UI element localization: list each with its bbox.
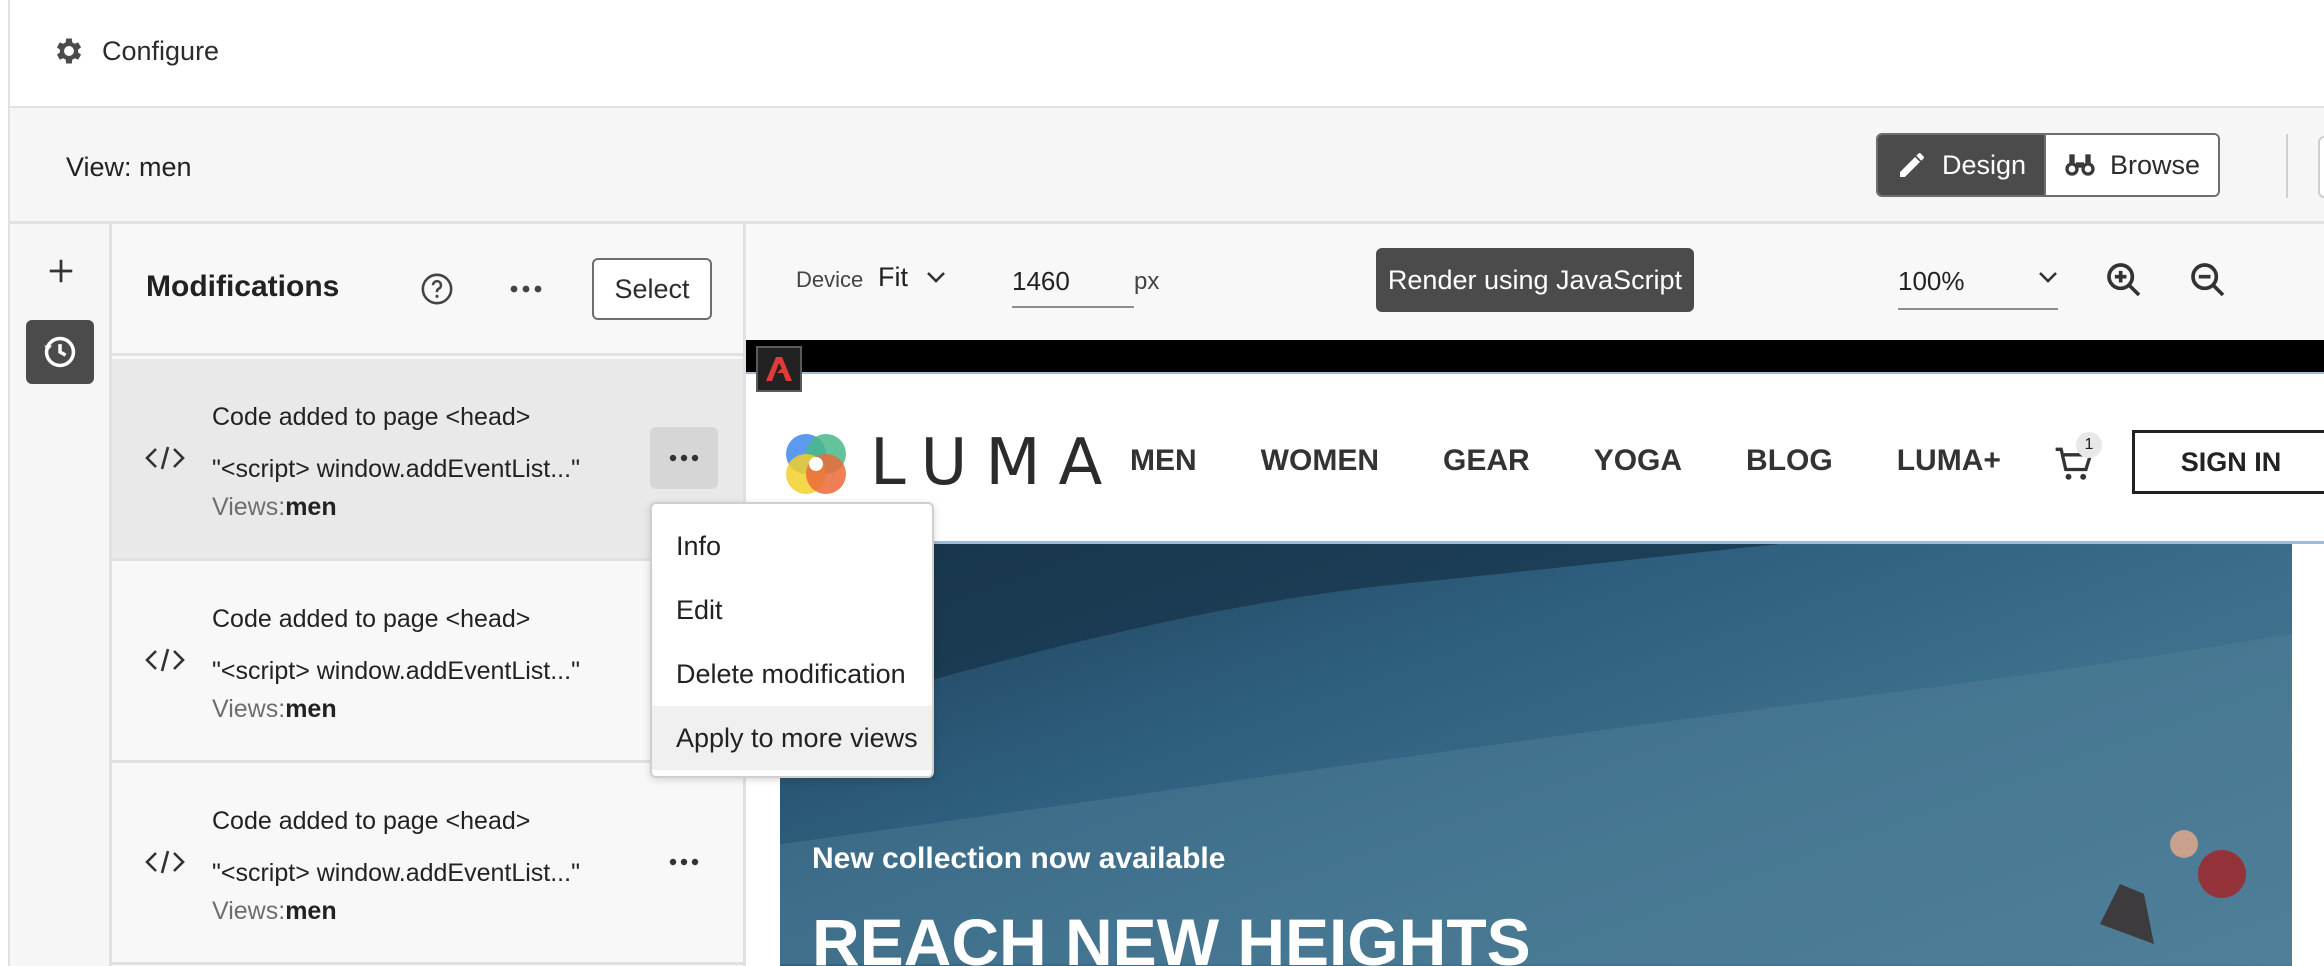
views-prefix: Views: [212,897,286,925]
hero-banner: New collection now available REACH NEW H… [780,544,2292,966]
mode-toggle: Design Browse [1876,133,2220,197]
hero-title: REACH NEW HEIGHTS [812,905,1531,966]
hero-subtitle: New collection now available [812,842,1226,875]
select-button[interactable]: Select [592,258,712,320]
design-label: Design [1941,149,2027,180]
overflow-button[interactable] [2318,136,2324,198]
menu-item-edit[interactable]: Edit [652,578,932,642]
menu-item-apply-to-more-views[interactable]: Apply to more views [652,706,932,770]
views-prefix: Views: [212,493,286,521]
width-unit: px [1134,268,1160,295]
chevron-down-icon[interactable] [2036,270,2060,286]
toolbar-divider [2286,134,2288,198]
modification-title: Code added to page <head> [212,403,531,431]
menu-item-delete[interactable]: Delete modification [652,642,932,706]
nav-gear[interactable]: GEAR [1443,444,1530,478]
adobe-logo-icon [766,357,792,381]
left-edge [0,0,10,966]
modification-title: Code added to page <head> [212,807,531,835]
code-icon [145,446,185,470]
item-more-button[interactable] [650,427,718,489]
more-options-icon [669,454,699,462]
modification-item[interactable]: Code added to page <head> "<script> wind… [112,763,743,965]
site-header: LUMA MEN WOMEN GEAR YOGA BLOG LUMA+ 1 SI… [746,372,2324,544]
history-button[interactable] [26,320,94,384]
preview-area: Device Fit 1460 px Render using JavaScri… [746,224,2324,966]
nav-women[interactable]: WOMEN [1261,444,1379,478]
code-icon [145,648,185,672]
item-more-button[interactable] [650,831,718,893]
modification-item[interactable]: Code added to page <head> "<script> wind… [112,359,743,561]
modification-code: "<script> window.addEventList..." [212,859,580,887]
nav-yoga[interactable]: YOGA [1594,444,1682,478]
adobe-icon [756,346,802,392]
device-picker[interactable]: Fit [878,262,908,293]
modification-title: Code added to page <head> [212,605,531,633]
zoom-in-icon[interactable] [2104,260,2144,300]
browse-label: Browse [2110,149,2201,180]
zoom-picker[interactable]: 100% [1898,254,2058,310]
more-options-icon [669,858,699,866]
modification-views: Views:men [212,695,337,724]
configure-label: Configure [102,35,220,66]
device-label: Device [796,267,864,292]
plus-icon [49,259,73,283]
views-prefix: Views: [212,695,286,723]
modification-code: "<script> window.addEventList..." [212,657,580,685]
views-value: men [285,695,337,723]
pencil-icon [1899,153,1924,177]
add-button[interactable] [38,248,84,294]
zoom-out-icon[interactable] [2188,260,2228,300]
nav-luma-plus[interactable]: LUMA+ [1897,444,2001,478]
nav-blog[interactable]: BLOG [1746,444,1833,478]
history-icon [44,336,76,368]
more-options-icon[interactable] [504,274,548,304]
modification-views: Views:men [212,493,337,522]
views-value: men [285,493,337,521]
modification-context-menu: Info Edit Delete modification Apply to m… [650,502,934,778]
code-icon [145,850,185,874]
views-value: men [285,897,337,925]
view-bar: View: men Design Browse [0,108,2324,224]
design-mode-button[interactable]: Design [1878,135,2045,195]
gear-icon [56,38,82,64]
cart-count-badge: 1 [2076,432,2102,458]
luma-brand[interactable]: LUMA [870,426,1120,500]
site-top-strip [746,340,2324,372]
modification-views: Views:men [212,897,337,926]
help-icon[interactable] [420,272,454,306]
render-javascript-button[interactable]: Render using JavaScript [1376,248,1694,312]
configure-button[interactable]: Configure [52,30,219,72]
site-nav: MEN WOMEN GEAR YOGA BLOG LUMA+ [1130,444,2065,478]
modification-code: "<script> window.addEventList..." [212,455,580,483]
browse-mode-button[interactable]: Browse [2044,135,2218,195]
chevron-down-icon[interactable] [924,270,948,286]
width-input[interactable]: 1460 [1012,252,1134,308]
menu-item-info[interactable]: Info [652,514,932,578]
nav-men[interactable]: MEN [1130,444,1197,478]
mountain-image [780,544,2292,964]
top-bar: Configure [0,0,2324,108]
sign-in-button[interactable]: SIGN IN [2132,430,2324,494]
modifications-header: Modifications Select [112,224,743,356]
view-label: View: men [66,152,192,182]
modification-item[interactable]: Code added to page <head> "<script> wind… [112,561,743,763]
luma-logo-icon[interactable] [778,426,854,502]
binoculars-icon [2065,154,2095,176]
preview-toolbar: Device Fit 1460 px Render using JavaScri… [746,224,2324,340]
modifications-title: Modifications [146,270,340,303]
